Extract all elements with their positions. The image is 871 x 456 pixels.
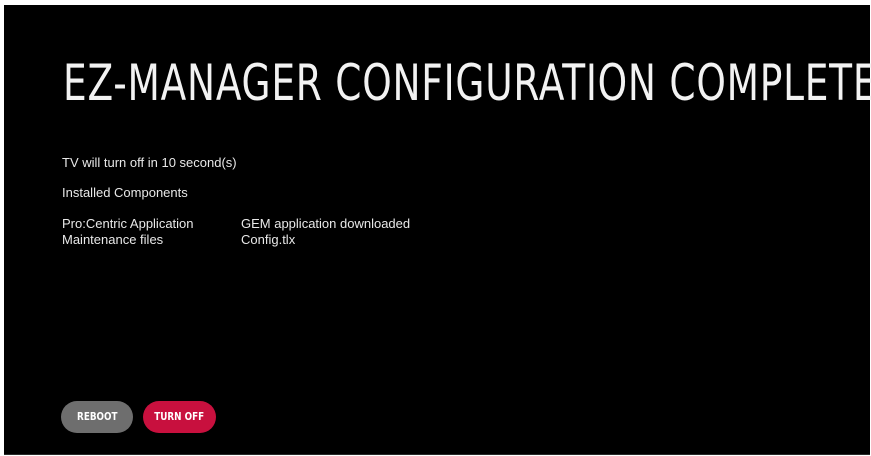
component-status: GEM application downloaded [241, 216, 411, 231]
reboot-button-label: REBOOT [76, 410, 118, 423]
list-item: Pro:Centric Application GEM application … [62, 216, 410, 232]
component-status: Config.tlx [241, 232, 296, 247]
tv-screen: EZ-MANAGER CONFIGURATION COMPLETE TV wil… [4, 5, 871, 455]
component-name: Maintenance files [62, 232, 164, 247]
turn-off-button-label: TURN OFF [154, 410, 205, 423]
countdown-text: TV will turn off in 10 second(s) [62, 155, 237, 170]
installed-components-list: Pro:Centric Application GEM application … [62, 216, 410, 248]
installed-components-heading: Installed Components [62, 185, 188, 200]
component-name: Pro:Centric Application [62, 216, 194, 231]
list-item: Maintenance files Config.tlx [62, 232, 410, 248]
turn-off-button[interactable]: TURN OFF [143, 401, 216, 433]
reboot-button[interactable]: REBOOT [61, 401, 133, 433]
page-title: EZ-MANAGER CONFIGURATION COMPLETE [63, 54, 871, 112]
